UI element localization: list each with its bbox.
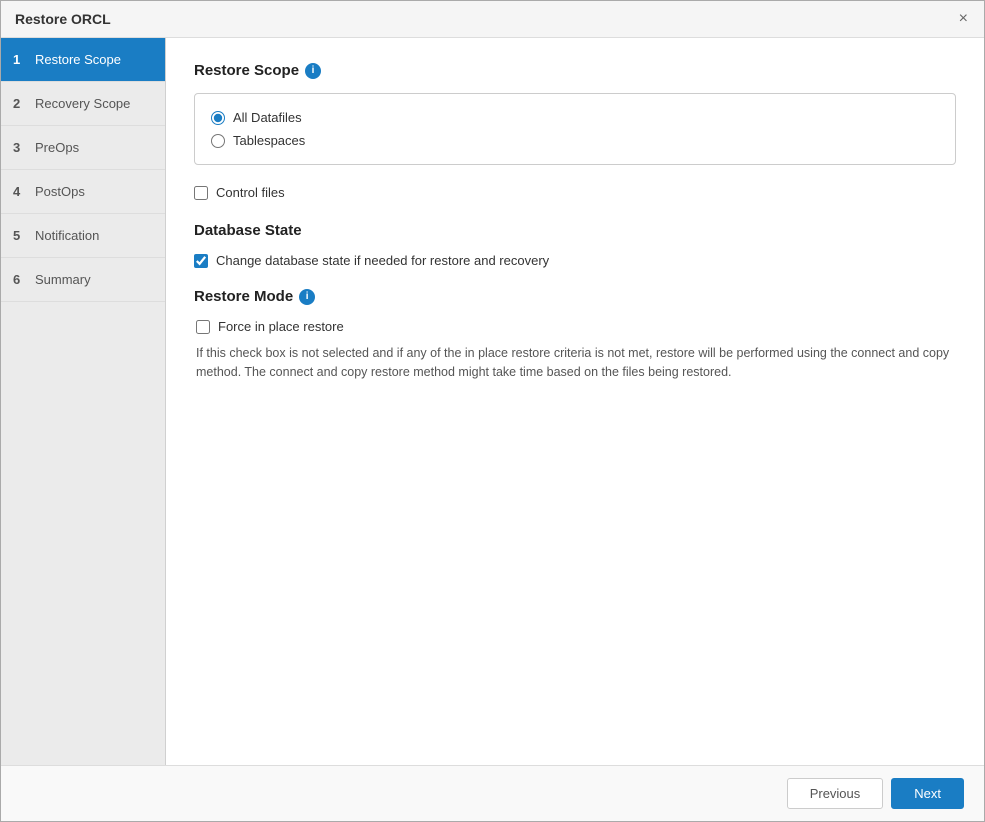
step-num-6: 6 bbox=[13, 272, 27, 287]
db-state-checkbox[interactable] bbox=[194, 254, 208, 268]
sidebar-label-restore-scope: Restore Scope bbox=[35, 52, 121, 67]
step-num-4: 4 bbox=[13, 184, 27, 199]
force-restore-hint: If this check box is not selected and if… bbox=[196, 344, 956, 382]
sidebar-item-summary[interactable]: 6 Summary bbox=[1, 258, 165, 302]
restore-dialog: Restore ORCL × 1 Restore Scope 2 Recover… bbox=[0, 0, 985, 822]
dialog-footer: Previous Next bbox=[1, 765, 984, 821]
control-files-checkbox[interactable] bbox=[194, 186, 208, 200]
all-datafiles-radio[interactable] bbox=[211, 111, 225, 125]
sidebar-label-recovery-scope: Recovery Scope bbox=[35, 96, 130, 111]
step-num-5: 5 bbox=[13, 228, 27, 243]
force-restore-check[interactable]: Force in place restore bbox=[196, 319, 956, 334]
sidebar-item-preops[interactable]: 3 PreOps bbox=[1, 126, 165, 170]
db-state-label: Change database state if needed for rest… bbox=[216, 253, 549, 268]
force-restore-checkbox[interactable] bbox=[196, 320, 210, 334]
sidebar-label-summary: Summary bbox=[35, 272, 91, 287]
restore-scope-info-icon[interactable]: i bbox=[305, 63, 321, 79]
restore-mode-title: Restore Mode i bbox=[194, 288, 956, 305]
sidebar-item-postops[interactable]: 4 PostOps bbox=[1, 170, 165, 214]
sidebar-label-preops: PreOps bbox=[35, 140, 79, 155]
db-state-check[interactable]: Change database state if needed for rest… bbox=[194, 253, 956, 268]
close-button[interactable]: × bbox=[957, 11, 970, 27]
sidebar: 1 Restore Scope 2 Recovery Scope 3 PreOp… bbox=[1, 38, 166, 765]
main-content: Restore Scope i All Datafiles Tablespace… bbox=[166, 38, 984, 765]
all-datafiles-label: All Datafiles bbox=[233, 110, 302, 125]
dialog-title: Restore ORCL bbox=[15, 11, 111, 27]
sidebar-item-recovery-scope[interactable]: 2 Recovery Scope bbox=[1, 82, 165, 126]
restore-mode-info-icon[interactable]: i bbox=[299, 289, 315, 305]
database-state-title: Database State bbox=[194, 222, 956, 239]
radio-option-all-datafiles[interactable]: All Datafiles bbox=[211, 106, 939, 129]
force-restore-label: Force in place restore bbox=[218, 319, 344, 334]
sidebar-label-postops: PostOps bbox=[35, 184, 85, 199]
sidebar-label-notification: Notification bbox=[35, 228, 99, 243]
step-num-2: 2 bbox=[13, 96, 27, 111]
dialog-titlebar: Restore ORCL × bbox=[1, 1, 984, 38]
tablespaces-radio[interactable] bbox=[211, 134, 225, 148]
restore-scope-title: Restore Scope i bbox=[194, 62, 956, 79]
sidebar-item-restore-scope[interactable]: 1 Restore Scope bbox=[1, 38, 165, 82]
step-num-3: 3 bbox=[13, 140, 27, 155]
next-button[interactable]: Next bbox=[891, 778, 964, 809]
database-state-section: Database State Change database state if … bbox=[194, 222, 956, 268]
restore-scope-radio-group: All Datafiles Tablespaces bbox=[194, 93, 956, 165]
control-files-label: Control files bbox=[216, 185, 285, 200]
sidebar-item-notification[interactable]: 5 Notification bbox=[1, 214, 165, 258]
tablespaces-label: Tablespaces bbox=[233, 133, 305, 148]
step-num-1: 1 bbox=[13, 52, 27, 67]
radio-option-tablespaces[interactable]: Tablespaces bbox=[211, 129, 939, 152]
restore-mode-section: Restore Mode i Force in place restore If… bbox=[194, 288, 956, 382]
dialog-body: 1 Restore Scope 2 Recovery Scope 3 PreOp… bbox=[1, 38, 984, 765]
previous-button[interactable]: Previous bbox=[787, 778, 884, 809]
control-files-option[interactable]: Control files bbox=[194, 181, 956, 204]
